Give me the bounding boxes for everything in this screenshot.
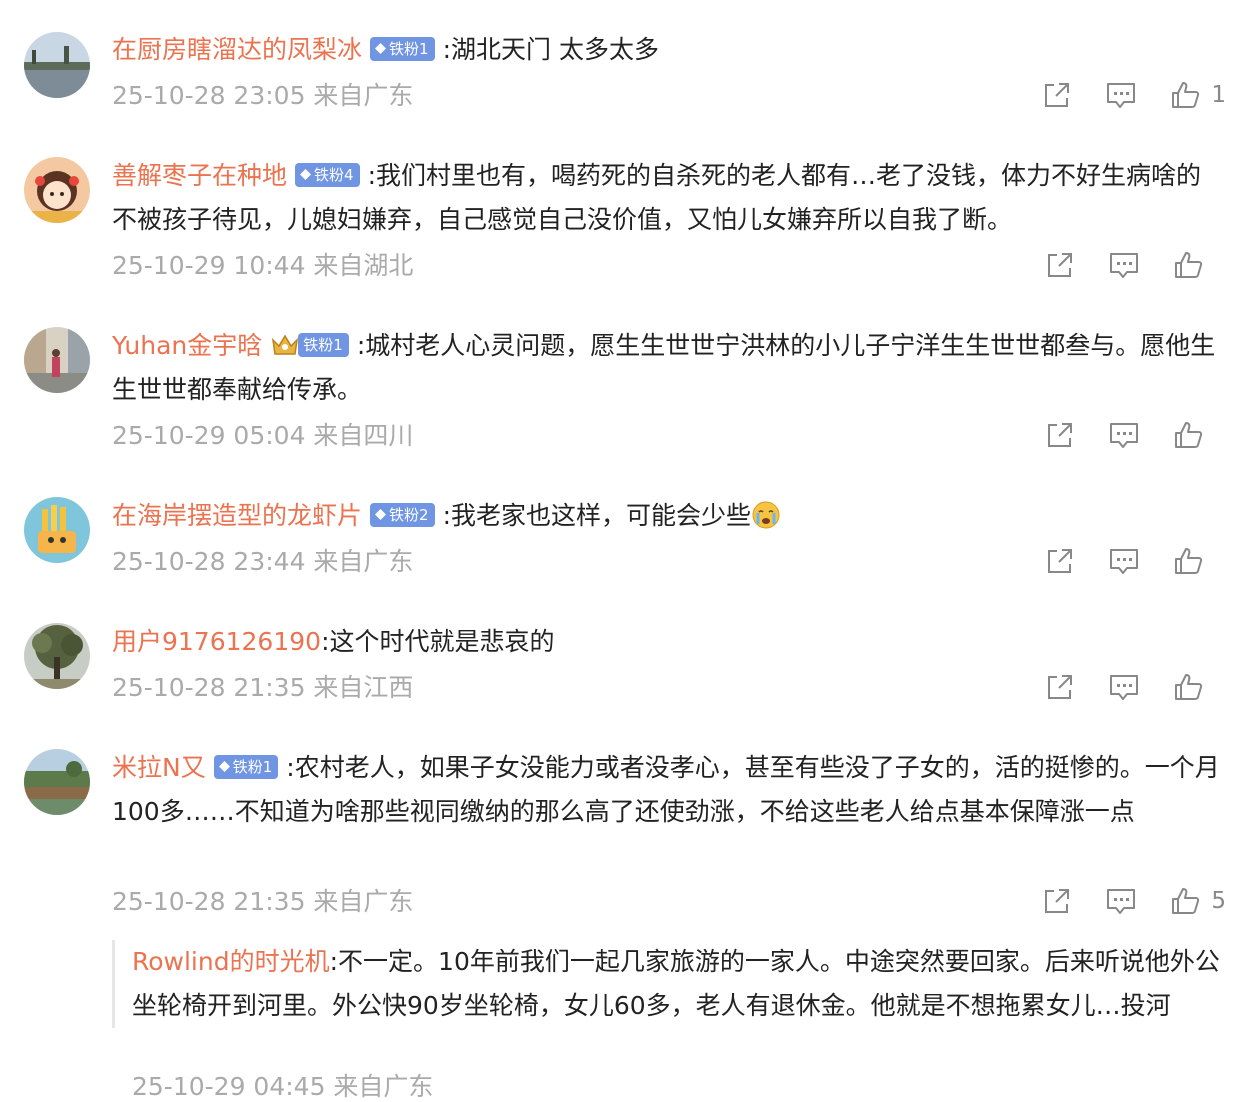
fan-badge-label: 铁粉1 (303, 336, 343, 354)
comment-text: Yuhan金宇晗 铁粉1:城村老人心灵问题，愿生生世世宁洪林的小儿子宁洋生生世世都… (112, 324, 1224, 412)
share-icon (1045, 889, 1070, 913)
comment-icon (1110, 423, 1138, 448)
separator: : (442, 501, 451, 530)
comment-meta: 25-10-29 10:44 来自湖北 (112, 251, 414, 280)
comment-meta: 25-10-28 23:44 来自广东 (112, 547, 414, 576)
separator: : (356, 331, 366, 360)
comment-meta: 25-10-28 21:35 来自广东 (112, 887, 414, 916)
comment-button[interactable] (1108, 545, 1140, 577)
comment-content: 我老家也这样，可能会少些 (451, 501, 752, 530)
fan-badge[interactable]: 铁粉1 (298, 333, 349, 357)
comment-content: 湖北天门 太多太多 (451, 35, 659, 64)
avatar[interactable] (24, 497, 90, 563)
comment-meta: 25-10-28 21:35 来自江西 (112, 673, 414, 702)
avatar[interactable] (24, 623, 90, 689)
share-icon (1048, 675, 1072, 699)
comment-icon (1107, 83, 1136, 108)
comment-actions (1044, 544, 1226, 578)
separator: : (321, 627, 330, 656)
share-icon (1048, 549, 1072, 573)
comment-button[interactable] (1108, 671, 1140, 703)
comment-text: 用户9176126190:这个时代就是悲哀的 (112, 620, 1224, 664)
nested-reply: Rowlind的时光机:不一定。10年前我们一起几家旅游的一家人。中途突然要回家… (112, 940, 1244, 1028)
like-button[interactable] (1172, 419, 1226, 451)
comment-content: 农村老人，如果子女没能力或者没孝心，甚至有些没了子女的，活的挺惨的。一个月100… (112, 753, 1220, 826)
comment-actions (1044, 670, 1226, 704)
comment-actions: 5 (1041, 884, 1226, 918)
avatar[interactable] (24, 749, 90, 815)
comment-text: 在海岸摆造型的龙虾片 铁粉2:我老家也这样，可能会少些 (112, 494, 1224, 538)
like-button[interactable] (1172, 671, 1226, 703)
thumbs-up-icon (1175, 422, 1203, 448)
comment-content: 这个时代就是悲哀的 (329, 627, 555, 656)
fan-badge-label: 铁粉1 (389, 39, 429, 58)
username-link[interactable]: Yuhan金宇晗 (112, 331, 262, 360)
comment-button[interactable] (1108, 249, 1140, 281)
comment-meta: 25-10-28 23:05 来自广东 (112, 81, 414, 110)
comment-list: 在厨房瞎溜达的凤梨冰 铁粉1:湖北天门 太多太多 25-10-28 23:05 来… (0, 0, 1250, 1101)
avatar[interactable] (24, 327, 90, 393)
fan-badge[interactable]: 铁粉4 (295, 162, 360, 187)
avatar[interactable] (24, 32, 90, 98)
comment-button[interactable] (1105, 79, 1137, 111)
comment-actions: 1 (1041, 78, 1226, 112)
thumbs-up-icon (1175, 252, 1203, 278)
share-icon (1048, 253, 1072, 277)
fan-badge-label: 铁粉1 (232, 757, 273, 776)
comment-button[interactable] (1108, 419, 1140, 451)
avatar[interactable] (24, 157, 90, 223)
crown-icon (272, 334, 299, 355)
like-button[interactable] (1172, 249, 1226, 281)
username-link[interactable]: 米拉N又 (112, 753, 206, 782)
comment-button[interactable] (1105, 885, 1137, 917)
username-link[interactable]: 在厨房瞎溜达的凤梨冰 (112, 35, 362, 64)
comment-text: 米拉N又 铁粉1:农村老人，如果子女没能力或者没孝心，甚至有些没了子女的，活的挺惨… (112, 746, 1224, 834)
like-button[interactable]: 5 (1169, 885, 1226, 917)
comment-text: 善解枣子在种地 铁粉4:我们村里也有，喝药死的自杀死的老人都有…老了没钱，体力不好… (112, 154, 1224, 242)
username-link[interactable]: 用户9176126190 (112, 627, 321, 656)
like-button[interactable]: 1 (1169, 79, 1226, 111)
username-link[interactable]: 善解枣子在种地 (112, 161, 287, 190)
comment-actions (1044, 248, 1226, 282)
diamond-icon (218, 761, 230, 772)
comment-icon (1110, 549, 1138, 574)
crying-emoji-icon (752, 501, 780, 529)
fan-badge-label: 铁粉4 (314, 165, 354, 184)
reply-username-link[interactable]: Rowlind的时光机 (132, 947, 330, 976)
share-button[interactable] (1044, 419, 1076, 451)
username-link[interactable]: 在海岸摆造型的龙虾片 (112, 501, 362, 530)
share-button[interactable] (1044, 545, 1076, 577)
diamond-icon (375, 509, 387, 520)
comment-icon (1110, 675, 1138, 700)
fan-badge[interactable]: 铁粉2 (370, 502, 435, 527)
fan-badge-label: 铁粉2 (389, 505, 429, 524)
thumbs-up-icon (1172, 888, 1200, 914)
thumbs-up-icon (1175, 548, 1203, 574)
share-button[interactable] (1041, 79, 1073, 111)
share-button[interactable] (1044, 249, 1076, 281)
fan-badge[interactable]: 铁粉1 (370, 36, 435, 61)
diamond-icon (375, 43, 387, 54)
comment-icon (1107, 889, 1136, 914)
share-button[interactable] (1044, 671, 1076, 703)
thumbs-up-icon (1175, 674, 1203, 700)
separator: : (329, 947, 339, 976)
reply-meta: 25-10-29 04:45 来自广东 (132, 1072, 434, 1101)
comment-actions (1044, 418, 1226, 452)
share-button[interactable] (1041, 885, 1073, 917)
separator: : (442, 35, 451, 64)
fan-badge[interactable]: 铁粉1 (213, 754, 279, 779)
comment-icon (1110, 253, 1138, 278)
comment-text: 在厨房瞎溜达的凤梨冰 铁粉1:湖北天门 太多太多 (112, 28, 1224, 72)
thumbs-up-icon (1172, 82, 1200, 108)
like-count: 5 (1211, 888, 1226, 914)
comment-meta: 25-10-29 05:04 来自四川 (112, 421, 414, 450)
like-button[interactable] (1172, 545, 1226, 577)
share-icon (1048, 423, 1072, 447)
diamond-icon (300, 169, 312, 180)
share-icon (1045, 83, 1070, 107)
separator: : (286, 753, 295, 782)
like-count: 1 (1211, 82, 1226, 108)
separator: : (367, 161, 376, 190)
